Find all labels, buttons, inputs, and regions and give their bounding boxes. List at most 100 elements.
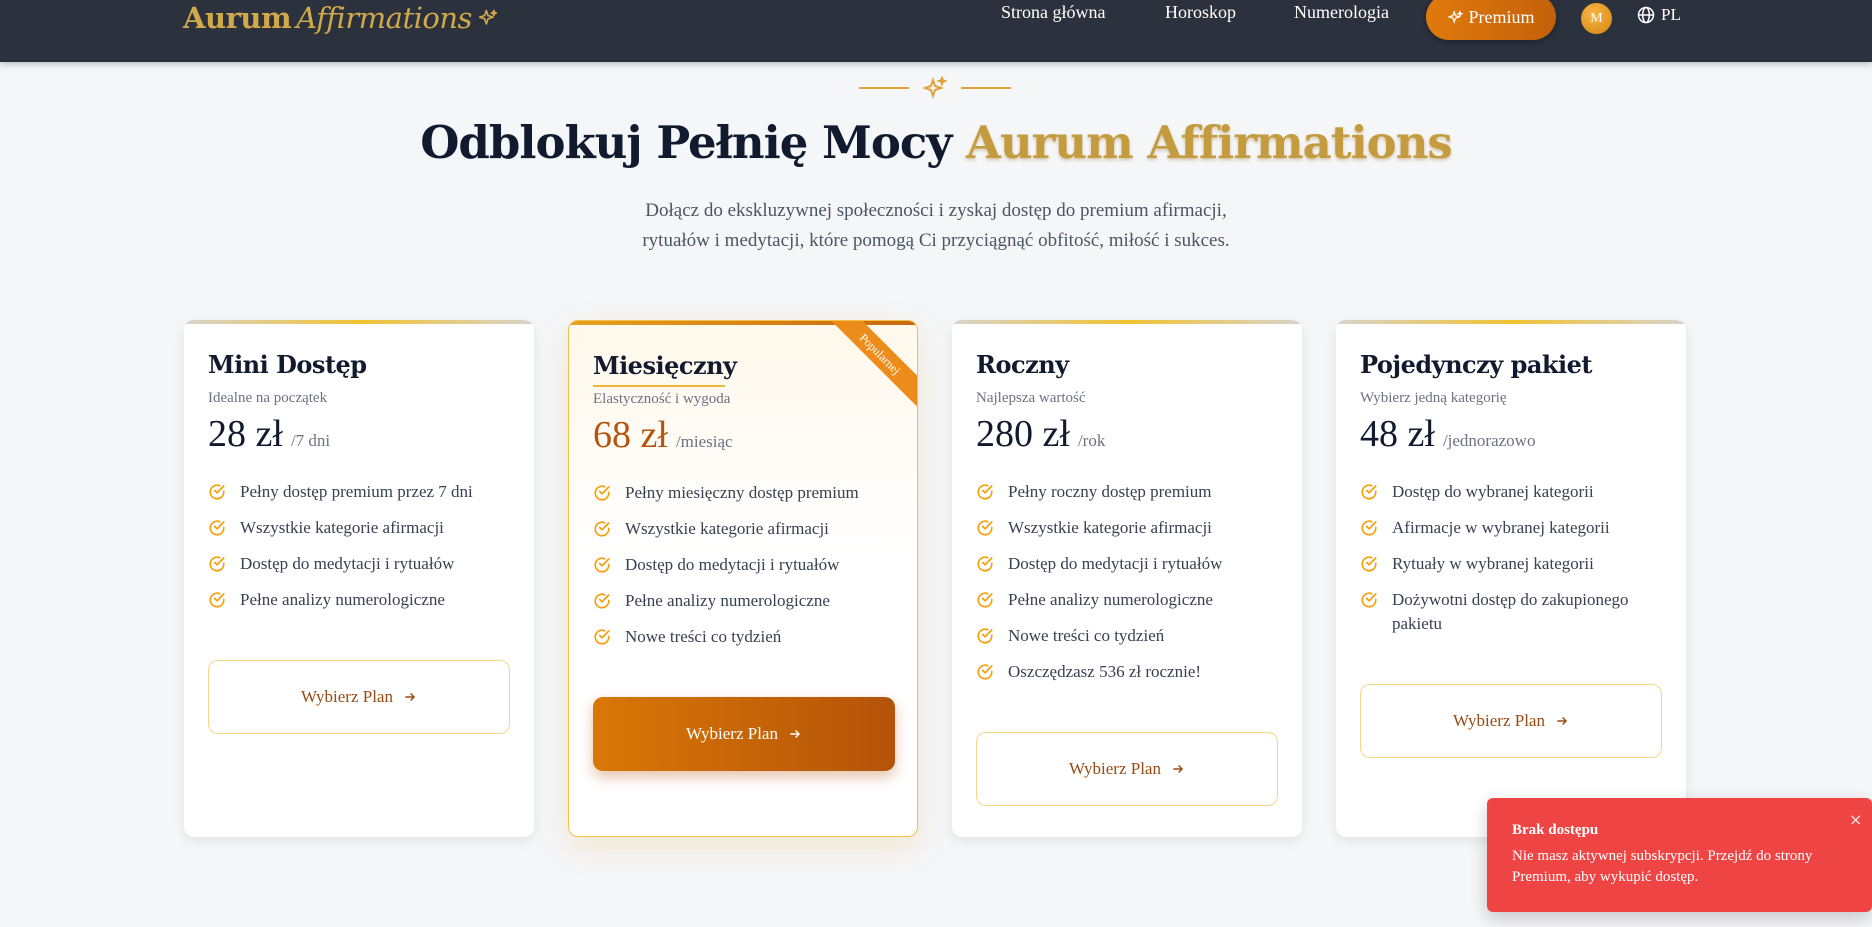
user-avatar[interactable]: M xyxy=(1581,3,1612,34)
language-switcher[interactable]: PL xyxy=(1636,4,1681,26)
close-icon[interactable]: × xyxy=(1849,810,1862,829)
feature-text: Wszystkie kategorie afirmacji xyxy=(625,519,829,538)
plan-card-monthly: Popularnej Miesięczny Elastyczność i wyg… xyxy=(568,320,918,837)
choose-plan-label: Wybierz Plan xyxy=(1453,711,1545,730)
plan-description: Wybierz jedną kategorię xyxy=(1360,390,1507,406)
arrow-right-icon xyxy=(790,730,801,738)
subtitle-line-1: Dołącz do ekskluzywnej społeczności i zy… xyxy=(645,200,1227,221)
check-circle-icon xyxy=(977,484,993,500)
divider-line-right xyxy=(961,87,1011,89)
brand-logo[interactable]: Aurum Affirmations xyxy=(183,0,498,38)
divider-line-left xyxy=(859,87,909,89)
feature-item: Oszczędzasz 536 zł rocznie! xyxy=(976,660,1286,684)
arrow-right-icon xyxy=(1173,765,1184,773)
feature-item: Dożywotni dostęp do zakupionego pakietu xyxy=(1360,588,1670,636)
error-toast: Brak dostępu Nie masz aktywnej subskrypc… xyxy=(1487,798,1872,912)
premium-button-label: Premium xyxy=(1468,6,1535,27)
choose-plan-button[interactable]: Wybierz Plan xyxy=(593,697,895,771)
feature-text: Wszystkie kategorie afirmacji xyxy=(1008,518,1212,537)
feature-text: Dostęp do medytacji i rytuałów xyxy=(240,554,455,573)
feature-item: Dostęp do wybranej kategorii xyxy=(1360,480,1670,504)
nav-link-numerology[interactable]: Numerologia xyxy=(1294,2,1389,23)
choose-plan-label: Wybierz Plan xyxy=(686,724,778,743)
nav-link-home[interactable]: Strona główna xyxy=(1001,2,1105,23)
page-subtitle: Dołącz do ekskluzywnej społeczności i zy… xyxy=(586,196,1286,256)
feature-list: Pełny dostęp premium przez 7 dni Wszystki… xyxy=(208,480,518,624)
plan-card-yearly: Roczny Najlepsza wartość 280 zł /rok Peł… xyxy=(952,320,1302,837)
feature-list: Pełny miesięczny dostęp premium Wszystkie… xyxy=(593,481,903,661)
plan-price: 68 zł xyxy=(593,414,668,456)
sparkles-icon xyxy=(1447,9,1463,24)
feature-text: Rytuały w wybranej kategorii xyxy=(1392,554,1594,573)
plan-description: Najlepsza wartość xyxy=(976,390,1086,406)
section-divider xyxy=(859,76,1011,100)
check-circle-icon xyxy=(594,557,610,573)
check-circle-icon xyxy=(594,521,610,537)
feature-item: Rytuały w wybranej kategorii xyxy=(1360,552,1670,576)
plan-price: 28 zł xyxy=(208,413,283,455)
feature-item: Pełny dostęp premium przez 7 dni xyxy=(208,480,518,504)
plan-name: Mini Dostęp xyxy=(208,350,367,379)
feature-item: Wszystkie kategorie afirmacji xyxy=(976,516,1286,540)
sparkles-icon xyxy=(478,9,498,25)
check-circle-icon xyxy=(1361,484,1377,500)
feature-item: Pełne analizy numerologiczne xyxy=(208,588,518,612)
choose-plan-button[interactable]: Wybierz Plan xyxy=(208,660,510,734)
feature-item: Dostęp do medytacji i rytuałów xyxy=(593,553,903,577)
price-row: 48 zł /jednorazowo xyxy=(1360,412,1535,456)
check-circle-icon xyxy=(977,556,993,572)
plan-card-single-package: Pojedynczy pakiet Wybierz jedną kategori… xyxy=(1336,320,1686,837)
price-row: 68 zł /miesiąc xyxy=(593,413,733,457)
feature-item: Pełne analizy numerologiczne xyxy=(593,589,903,613)
sparkles-icon xyxy=(923,76,947,100)
feature-item: Dostęp do medytacji i rytuałów xyxy=(976,552,1286,576)
brand-name-secondary: Affirmations xyxy=(296,1,472,35)
toast-message: Nie masz aktywnej subskrypcji. Przejdź d… xyxy=(1512,848,1813,885)
check-circle-icon xyxy=(209,520,225,536)
plan-period: /miesiąc xyxy=(675,432,733,451)
feature-text: Nowe treści co tydzień xyxy=(1008,626,1165,645)
arrow-right-icon xyxy=(1557,717,1568,725)
choose-plan-label: Wybierz Plan xyxy=(1069,759,1161,778)
plan-price: 48 zł xyxy=(1360,413,1435,455)
arrow-right-icon xyxy=(405,693,416,701)
price-row: 280 zł /rok xyxy=(976,412,1105,456)
top-navbar: Aurum Affirmations Strona główna Horosko… xyxy=(0,0,1872,62)
plan-price: 280 zł xyxy=(976,413,1070,455)
check-circle-icon xyxy=(209,592,225,608)
plan-card-mini: Mini Dostęp Idealne na początek 28 zł /7… xyxy=(184,320,534,837)
feature-item: Wszystkie kategorie afirmacji xyxy=(593,517,903,541)
check-circle-icon xyxy=(209,556,225,572)
choose-plan-label: Wybierz Plan xyxy=(301,687,393,706)
popular-badge: Popularnej xyxy=(819,321,917,415)
language-label: PL xyxy=(1661,5,1681,24)
feature-item: Pełne analizy numerologiczne xyxy=(976,588,1286,612)
plan-period: /rok xyxy=(1077,431,1106,450)
feature-item: Nowe treści co tydzień xyxy=(593,625,903,649)
feature-item: Dostęp do medytacji i rytuałów xyxy=(208,552,518,576)
plan-description: Elastyczność i wygoda xyxy=(593,391,731,407)
feature-text: Dożywotni dostęp do zakupionego pakietu xyxy=(1392,590,1629,633)
feature-text: Wszystkie kategorie afirmacji xyxy=(240,518,444,537)
choose-plan-button[interactable]: Wybierz Plan xyxy=(976,732,1278,806)
premium-button[interactable]: Premium xyxy=(1426,0,1556,40)
feature-text: Nowe treści co tydzień xyxy=(625,627,782,646)
feature-text: Dostęp do medytacji i rytuałów xyxy=(625,555,840,574)
page-title: Odblokuj Pełnię Mocy Aurum Affirmations xyxy=(0,116,1872,169)
check-circle-icon xyxy=(977,664,993,680)
feature-text: Pełny miesięczny dostęp premium xyxy=(625,483,859,502)
plan-name: Roczny xyxy=(976,350,1069,379)
nav-link-horoscope[interactable]: Horoskop xyxy=(1165,2,1236,23)
plan-name-underline xyxy=(593,385,725,387)
subtitle-line-2: rytuałów i medytacji, które pomogą Ci pr… xyxy=(642,230,1230,251)
check-circle-icon xyxy=(977,628,993,644)
globe-icon xyxy=(1637,6,1655,24)
plan-name: Miesięczny xyxy=(593,351,737,380)
check-circle-icon xyxy=(977,592,993,608)
feature-text: Dostęp do wybranej kategorii xyxy=(1392,482,1594,501)
check-circle-icon xyxy=(209,484,225,500)
feature-item: Wszystkie kategorie afirmacji xyxy=(208,516,518,540)
title-main: Odblokuj Pełnię Mocy xyxy=(420,116,952,169)
choose-plan-button[interactable]: Wybierz Plan xyxy=(1360,684,1662,758)
feature-list: Pełny roczny dostęp premium Wszystkie kat… xyxy=(976,480,1286,696)
